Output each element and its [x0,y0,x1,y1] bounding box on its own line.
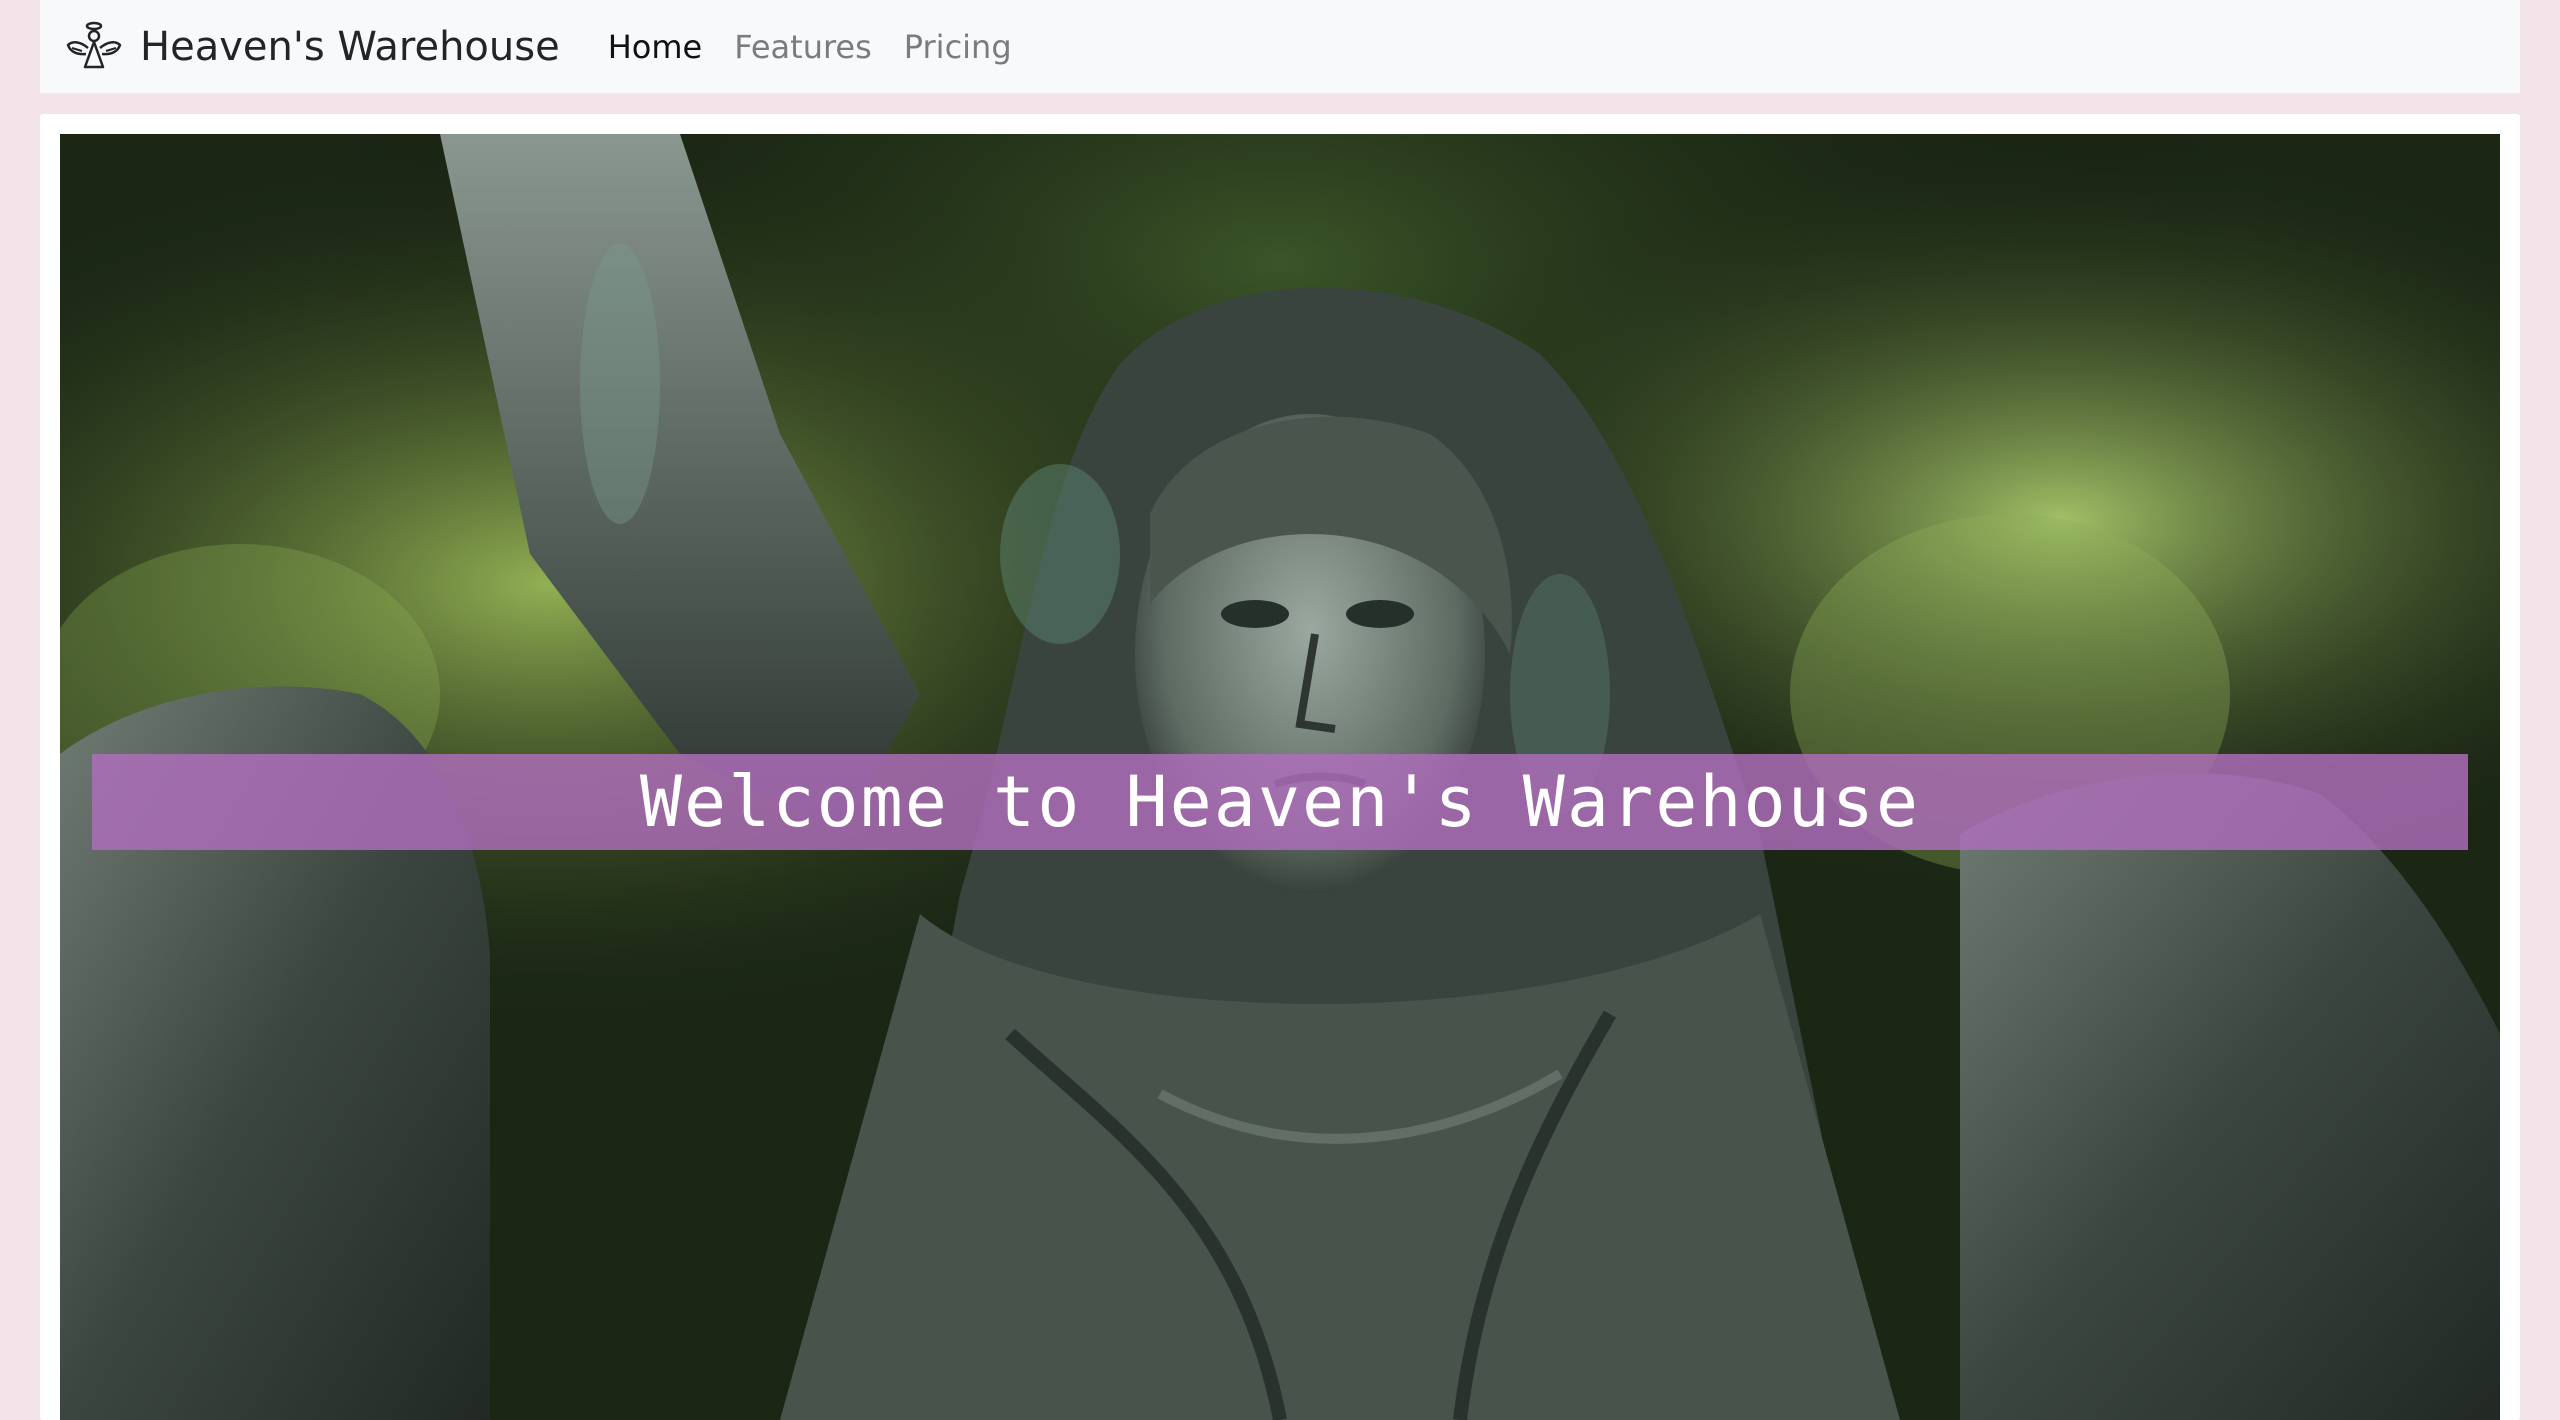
welcome-banner: Welcome to Heaven's Warehouse [92,754,2468,850]
brand-name: Heaven's Warehouse [140,23,560,70]
nav-link-features[interactable]: Features [734,28,872,66]
brand-link[interactable]: Heaven's Warehouse [66,21,560,73]
angel-icon [66,21,122,73]
navbar: Heaven's Warehouse Home Features Pricing [40,0,2520,93]
nav-link-pricing[interactable]: Pricing [904,28,1012,66]
nav-link-home[interactable]: Home [608,28,703,66]
nav-links: Home Features Pricing [608,28,1044,66]
welcome-heading: Welcome to Heaven's Warehouse [639,761,1921,843]
hero-image: Welcome to Heaven's Warehouse [60,134,2500,1420]
main-content: Welcome to Heaven's Warehouse [40,114,2520,1420]
